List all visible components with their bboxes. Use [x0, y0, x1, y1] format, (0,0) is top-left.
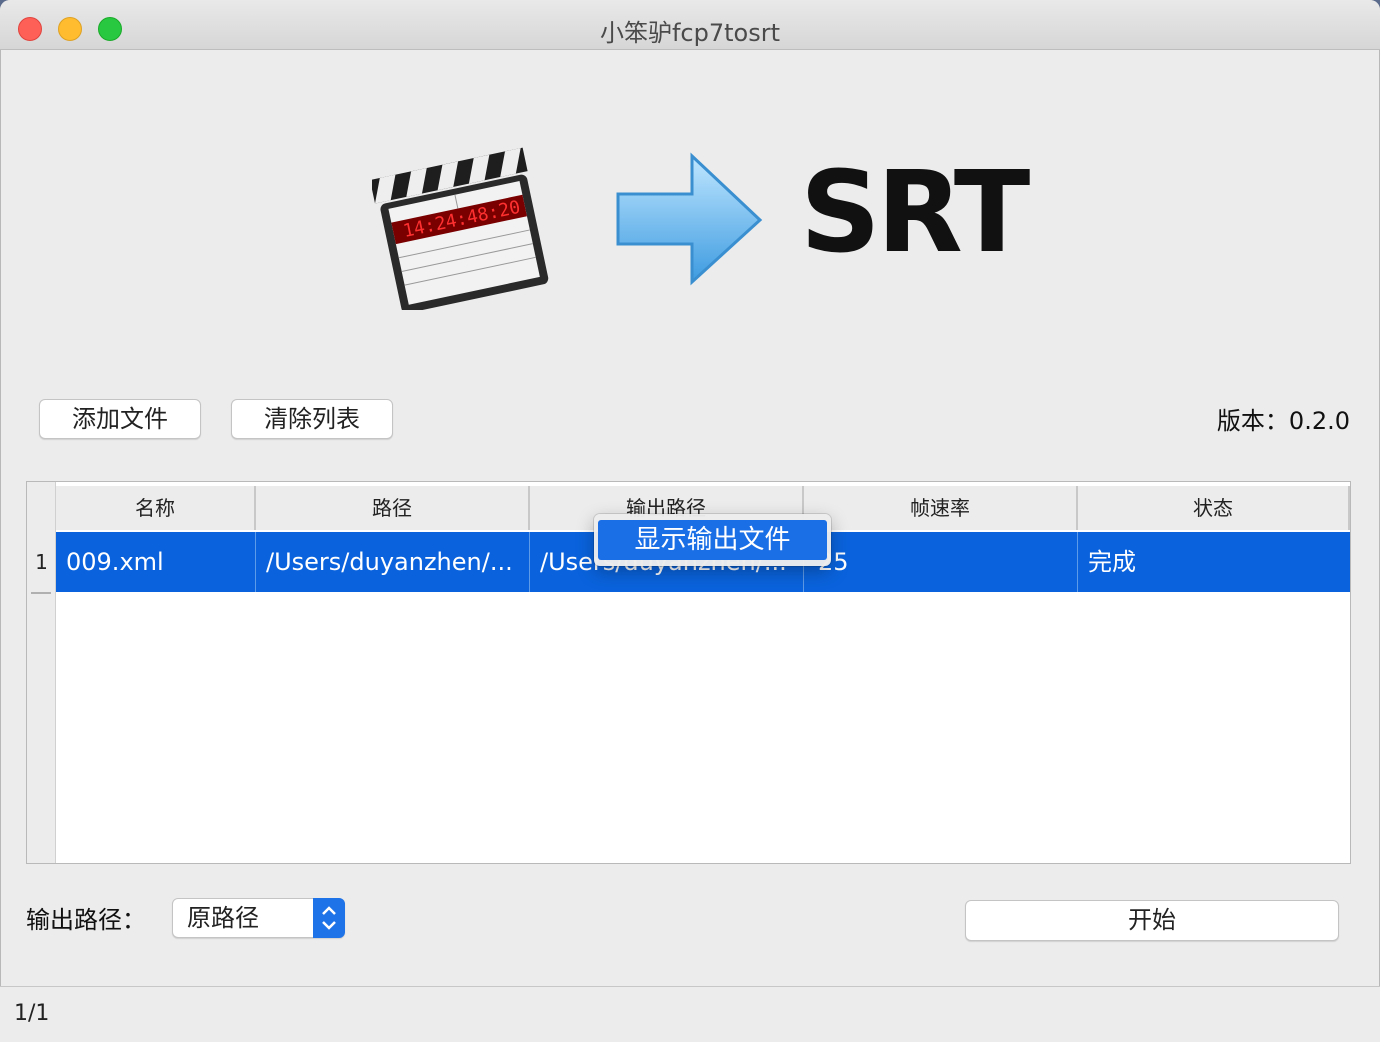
srt-logo: SRT	[800, 148, 1030, 278]
show-output-file-menu-item[interactable]: 显示输出文件	[598, 520, 827, 560]
row-number[interactable]: 1	[27, 532, 56, 592]
row-divider	[31, 592, 51, 594]
output-path-label: 输出路径：	[26, 906, 146, 934]
column-header-status[interactable]: 状态	[1078, 486, 1350, 530]
start-button[interactable]: 开始	[965, 900, 1339, 941]
output-path-select[interactable]: 原路径	[172, 898, 345, 938]
title-bar: 小笨驴fcp7tosrt	[0, 0, 1380, 50]
cell-name[interactable]: 009.xml	[56, 532, 256, 592]
context-menu: 显示输出文件	[594, 514, 831, 566]
cell-status[interactable]: 完成	[1078, 532, 1350, 592]
clear-list-button[interactable]: 清除列表	[231, 399, 393, 439]
output-path-value: 原路径	[187, 904, 259, 932]
add-files-button[interactable]: 添加文件	[39, 399, 201, 439]
column-header-path[interactable]: 路径	[256, 486, 530, 530]
column-header-name[interactable]: 名称	[56, 486, 256, 530]
status-bar: 1/1	[0, 986, 1380, 1042]
version-label: 版本：0.2.0	[1216, 407, 1350, 435]
app-window: 小笨驴fcp7tosrt 14:24:48:20 SRT 添加文件 清除列表 版…	[0, 0, 1380, 1042]
window-title: 小笨驴fcp7tosrt	[599, 19, 781, 47]
cell-path[interactable]: /Users/duyanzhen/...	[256, 532, 530, 592]
column-header-frame-rate[interactable]: 帧速率	[804, 486, 1078, 530]
clapperboard-icon: 14:24:48:20	[372, 147, 549, 310]
cell-frame-rate[interactable]: 25	[804, 532, 1078, 592]
arrow-right-icon	[616, 152, 763, 286]
updown-chevron-icon	[313, 898, 345, 938]
status-text: 1/1	[14, 1001, 50, 1026]
